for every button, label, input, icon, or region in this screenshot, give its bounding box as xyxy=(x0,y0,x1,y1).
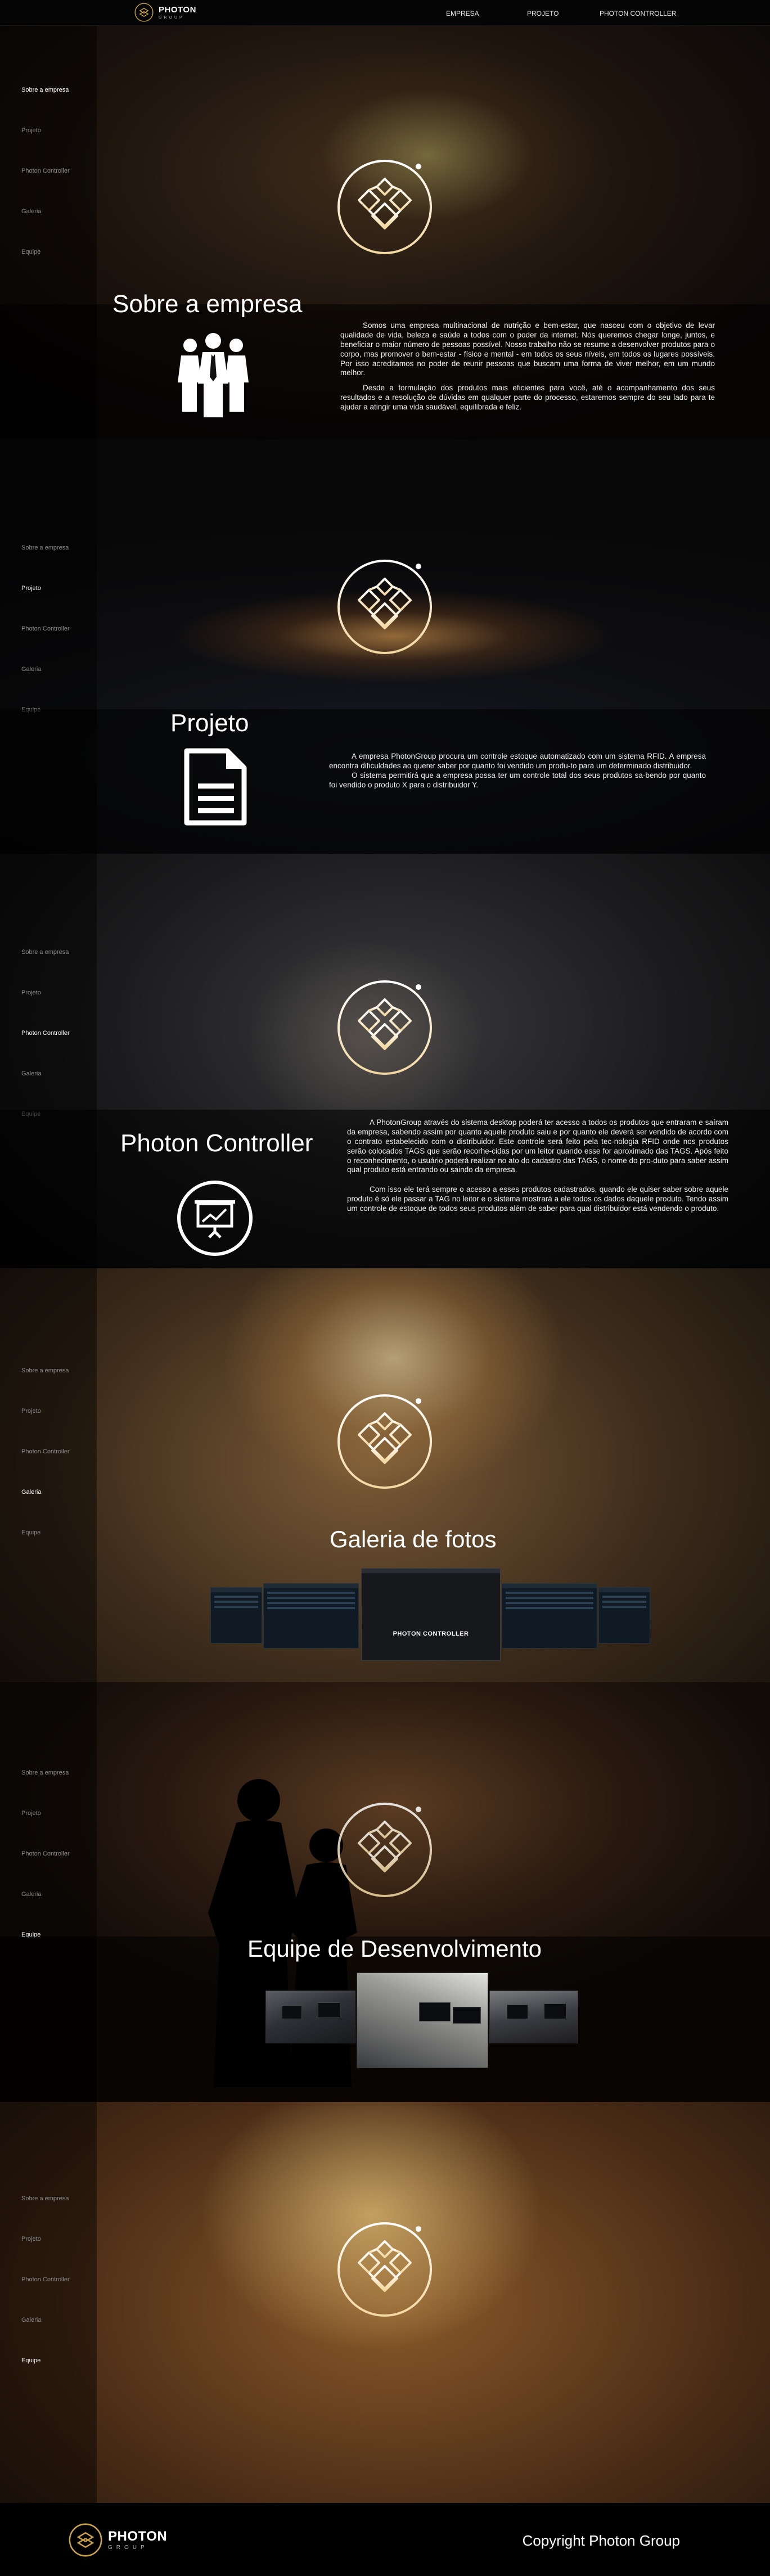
side-nav-equipe[interactable]: Equipe xyxy=(21,1529,40,1536)
team-photo[interactable] xyxy=(489,1990,578,2043)
side-nav-projeto[interactable]: Projeto xyxy=(21,127,41,134)
section-equipe: Sobre a empresa Projeto Photon Controlle… xyxy=(0,1682,770,2102)
section-galeria: Sobre a empresa Projeto Photon Controlle… xyxy=(0,1268,770,1682)
gallery-thumb-label: PHOTON CONTROLLER xyxy=(393,1631,469,1637)
photon-emblem-icon xyxy=(334,1391,435,1492)
side-nav-equipe[interactable]: Equipe xyxy=(21,2357,40,2364)
section-title: Galeria de fotos xyxy=(330,1526,497,1552)
paragraph: Com isso ele terá sempre o acesso a esse… xyxy=(347,1185,728,1213)
side-nav-projeto[interactable]: Projeto xyxy=(21,2236,41,2242)
brand-logo[interactable]: PHOTON GROUP xyxy=(134,2,196,22)
photon-emblem-icon xyxy=(334,556,435,657)
side-nav-projeto[interactable]: Projeto xyxy=(21,585,41,592)
section-title: Sobre a empresa xyxy=(112,290,303,318)
side-nav-equipe[interactable]: Equipe xyxy=(21,249,40,255)
paragraph: A empresa PhotonGroup procura um control… xyxy=(329,752,706,770)
photon-emblem-icon xyxy=(334,977,435,1078)
nav-photon-controller[interactable]: PHOTON CONTROLLER xyxy=(600,10,676,17)
side-nav-projeto[interactable]: Projeto xyxy=(21,1810,41,1817)
photon-emblem-icon xyxy=(334,156,435,258)
section-text: A empresa PhotonGroup procura um control… xyxy=(329,752,706,796)
side-nav-sobre-empresa[interactable]: Sobre a empresa xyxy=(21,87,69,93)
section-title: Photon Controller xyxy=(120,1129,313,1157)
paragraph: Somos uma empresa multinacional de nutri… xyxy=(340,321,715,377)
nav-empresa[interactable]: EMPRESA xyxy=(446,10,479,17)
side-panel xyxy=(0,2102,97,2503)
section-title: Equipe de Desenvolvimento xyxy=(247,1935,542,1962)
section-projeto: Sobre a empresa Projeto Photon Controlle… xyxy=(0,439,770,854)
photon-emblem-icon xyxy=(334,2219,435,2320)
side-nav-galeria[interactable]: Galeria xyxy=(21,1489,41,1496)
section-photon-controller: Sobre a empresa Projeto Photon Controlle… xyxy=(0,854,770,1268)
side-nav-projeto[interactable]: Projeto xyxy=(21,1408,41,1415)
side-nav-sobre-empresa[interactable]: Sobre a empresa xyxy=(21,949,69,956)
footer-brand-logo[interactable]: PHOTON GROUP xyxy=(67,2522,167,2558)
gallery-thumb-active[interactable]: PHOTON CONTROLLER xyxy=(361,1568,501,1661)
side-nav-sobre-empresa[interactable]: Sobre a empresa xyxy=(21,1769,69,1776)
side-nav-photon-controller[interactable]: Photon Controller xyxy=(21,1850,70,1857)
photon-emblem-icon xyxy=(334,1799,435,1901)
paragraph: A PhotonGroup através do sistema desktop… xyxy=(347,1118,728,1174)
team-photo[interactable] xyxy=(265,1990,355,2043)
side-nav-sobre-empresa[interactable]: Sobre a empresa xyxy=(21,544,69,551)
side-panel xyxy=(0,1268,97,1682)
side-nav-photon-controller[interactable]: Photon Controller xyxy=(21,625,70,632)
copyright-text: Copyright Photon Group xyxy=(522,2532,680,2549)
side-nav-galeria[interactable]: Galeria xyxy=(21,2317,41,2323)
section-text: A PhotonGroup através do sistema desktop… xyxy=(347,1118,728,1219)
brand-name: PHOTON xyxy=(159,4,196,15)
document-icon xyxy=(184,748,247,826)
paragraph: O sistema permitirá que a empresa possa … xyxy=(329,771,706,789)
footer: PHOTON GROUP Copyright Photon Group xyxy=(0,2503,770,2576)
section-text: Somos uma empresa multinacional de nutri… xyxy=(340,321,715,418)
gallery-thumb[interactable] xyxy=(263,1583,359,1649)
presentation-icon xyxy=(177,1181,253,1256)
side-nav-galeria[interactable]: Galeria xyxy=(21,666,41,673)
gallery-thumb[interactable] xyxy=(210,1587,262,1643)
side-nav-photon-controller[interactable]: Photon Controller xyxy=(21,1448,70,1455)
side-nav-galeria[interactable]: Galeria xyxy=(21,1891,41,1898)
team-icon xyxy=(178,333,249,417)
section-equipe-hero: Sobre a empresa Projeto Photon Controlle… xyxy=(0,2102,770,2503)
side-nav-photon-controller[interactable]: Photon Controller xyxy=(21,1030,70,1037)
photon-logo-icon xyxy=(134,3,154,22)
gallery-thumb[interactable] xyxy=(598,1587,650,1643)
side-nav-sobre-empresa[interactable]: Sobre a empresa xyxy=(21,2195,69,2202)
side-nav-galeria[interactable]: Galeria xyxy=(21,1070,41,1077)
side-nav-photon-controller[interactable]: Photon Controller xyxy=(21,2276,70,2283)
side-nav-projeto[interactable]: Projeto xyxy=(21,989,41,996)
side-nav-photon-controller[interactable]: Photon Controller xyxy=(21,168,70,174)
brand-sub: GROUP xyxy=(108,2544,148,2551)
team-photo[interactable] xyxy=(357,1972,488,2068)
section-title: Projeto xyxy=(170,709,249,737)
nav-projeto[interactable]: PROJETO xyxy=(527,10,559,17)
photon-logo-icon xyxy=(69,2523,102,2557)
top-navbar: PHOTON GROUP EMPRESA PROJETO PHOTON CONT… xyxy=(0,0,770,26)
section-sobre-empresa: Sobre a empresa Projeto Photon Controlle… xyxy=(0,26,770,439)
brand-sub: GROUP xyxy=(159,15,184,20)
paragraph: Desde a formulação dos produtos mais efi… xyxy=(340,384,715,411)
brand-name: PHOTON xyxy=(108,2528,168,2544)
side-nav-sobre-empresa[interactable]: Sobre a empresa xyxy=(21,1367,69,1374)
gallery-thumb[interactable] xyxy=(502,1583,597,1649)
side-nav-galeria[interactable]: Galeria xyxy=(21,208,41,215)
